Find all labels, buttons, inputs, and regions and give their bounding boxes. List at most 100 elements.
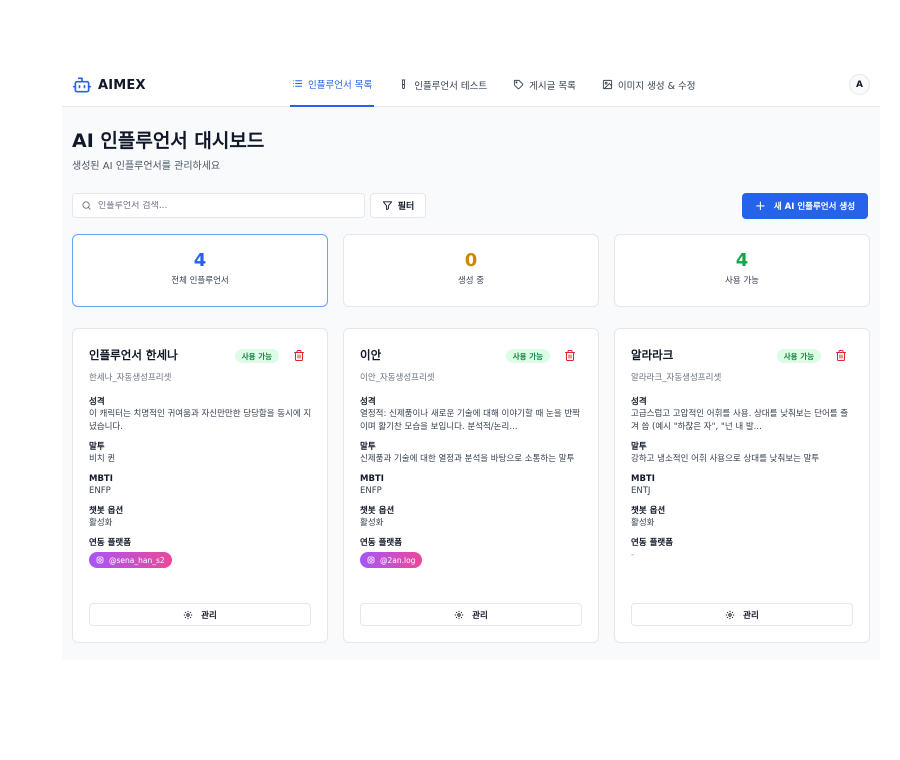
filter-icon xyxy=(382,200,393,211)
field-label: 챗봇 옵션 xyxy=(89,506,124,516)
preset-name: 알라라크_자동생성프리셋 xyxy=(631,373,722,383)
manage-button[interactable]: 관리 xyxy=(360,603,582,626)
nav-item-influencer-test[interactable]: 인플루언서 테스트 xyxy=(396,62,489,107)
status-badge: 사용 가능 xyxy=(776,349,821,363)
brand-logo[interactable]: AIMEX xyxy=(72,75,146,95)
field-label: 성격 xyxy=(89,397,105,407)
field-label: MBTI xyxy=(360,474,384,484)
field-label: 연동 플랫폼 xyxy=(360,538,403,548)
instagram-icon xyxy=(96,556,104,564)
field-label: 챗봇 옵션 xyxy=(360,506,395,516)
manage-label: 관리 xyxy=(472,610,488,621)
main-nav: 인플루언서 목록 인플루언서 테스트 게시글 목록 이미지 생성 & 수정 xyxy=(290,62,720,107)
field-label: 말투 xyxy=(89,442,105,452)
instagram-chip[interactable]: @sena_han_s2 xyxy=(89,552,172,568)
stat-value: 4 xyxy=(735,250,749,271)
influencer-card: 인플루언서 한세나 사용 가능 한세나_자동생성프리셋 성격 이 캐릭터는 치명… xyxy=(72,328,328,643)
list-icon xyxy=(292,78,303,89)
card-details: 성격 고급스럽고 고압적인 어휘를 사용. 상대를 낮춰보는 단어를 즐겨 씀 … xyxy=(631,397,855,570)
page-subtitle: 생성된 AI 인플루언서를 관리하세요 xyxy=(72,161,221,172)
robot-icon xyxy=(72,75,92,95)
instagram-chip[interactable]: @2an.log xyxy=(360,552,423,568)
nav-item-label: 인플루언서 테스트 xyxy=(414,80,488,92)
field-label: 연동 플랫폼 xyxy=(89,538,132,548)
mbti-value: ENFP xyxy=(360,486,382,496)
nav-item-label: 게시글 목록 xyxy=(529,80,576,92)
manage-button[interactable]: 관리 xyxy=(631,603,853,626)
image-icon xyxy=(602,79,613,90)
filter-label: 필터 xyxy=(397,202,415,212)
manage-button[interactable]: 관리 xyxy=(89,603,311,626)
test-tube-icon xyxy=(398,79,409,90)
platform-handle: @sena_han_s2 xyxy=(109,555,165,565)
stat-value: 4 xyxy=(193,250,207,271)
nav-item-label: 인플루언서 목록 xyxy=(308,79,373,91)
influencer-card: 이안 사용 가능 이안_자동생성프리셋 성격 열정적: 신제품이나 새로운 기술… xyxy=(343,328,599,643)
trash-icon[interactable] xyxy=(564,349,576,362)
chatbot-value: 활성화 xyxy=(89,518,113,528)
mbti-value: ENFP xyxy=(89,486,111,496)
field-label: 말투 xyxy=(631,442,647,452)
gear-icon xyxy=(454,610,464,620)
instagram-icon xyxy=(367,556,375,564)
page-title: AI 인플루언서 대시보드 xyxy=(72,130,265,152)
stat-value: 0 xyxy=(464,250,478,271)
search-icon xyxy=(81,200,92,211)
field-label: 연동 플랫폼 xyxy=(631,538,674,548)
chatbot-value: 활성화 xyxy=(631,518,655,528)
create-label: 새 AI 인플루언서 생성 xyxy=(773,202,856,212)
field-label: 성격 xyxy=(631,397,647,407)
field-label: 성격 xyxy=(360,397,376,407)
speech-value: 비치 퀸 xyxy=(89,454,116,464)
status-badge: 사용 가능 xyxy=(505,349,550,363)
stat-label: 생성 중 xyxy=(457,276,485,286)
field-label: 챗봇 옵션 xyxy=(631,506,666,516)
trash-icon[interactable] xyxy=(293,349,305,362)
field-label: MBTI xyxy=(631,474,655,484)
gear-icon xyxy=(725,610,735,620)
stat-card-total[interactable]: 4 전체 인플루언서 xyxy=(72,234,328,307)
influencer-name: 이안 xyxy=(360,348,382,362)
stat-card-generating[interactable]: 0 생성 중 xyxy=(343,234,599,307)
brand-name: AIMEX xyxy=(98,77,146,93)
influencer-name: 인플루언서 한세나 xyxy=(89,348,178,362)
mbti-value: ENTJ xyxy=(631,486,651,496)
speech-value: 강하고 냉소적인 어휘 사용으로 상대를 낮춰보는 말투 xyxy=(631,454,820,464)
preset-name: 이안_자동생성프리셋 xyxy=(360,373,435,383)
personality-value: 열정적: 신제품이나 새로운 기술에 대해 이야기할 때 눈을 반짝이며 활기찬… xyxy=(360,409,580,432)
speech-value: 신제품과 기술에 대한 열정과 분석을 바탕으로 소통하는 말투 xyxy=(360,454,575,464)
manage-label: 관리 xyxy=(201,610,217,621)
gear-icon xyxy=(183,610,193,620)
influencer-name: 알라라크 xyxy=(631,348,674,362)
personality-value: 고급스럽고 고압적인 어휘를 사용. 상대를 낮춰보는 단어를 즐겨 씀 (예시… xyxy=(631,409,849,432)
platform-empty: - xyxy=(631,550,635,560)
nav-item-label: 이미지 생성 & 수정 xyxy=(617,80,696,92)
plus-icon: + xyxy=(754,198,766,214)
preset-name: 한세나_자동생성프리셋 xyxy=(89,373,172,383)
card-details: 성격 열정적: 신제품이나 새로운 기술에 대해 이야기할 때 눈을 반짝이며 … xyxy=(360,397,584,576)
filter-button[interactable]: 필터 xyxy=(370,193,426,218)
card-details: 성격 이 캐릭터는 치명적인 귀여움과 자신만만한 당당함을 동시에 지녔습니다… xyxy=(89,397,313,576)
stat-card-available[interactable]: 4 사용 가능 xyxy=(614,234,870,307)
trash-icon[interactable] xyxy=(835,349,847,362)
field-label: MBTI xyxy=(89,474,113,484)
search-box xyxy=(72,193,365,218)
platform-handle: @2an.log xyxy=(380,555,416,565)
top-header: AIMEX 인플루언서 목록 인플루언서 테스트 게시글 목록 이미지 생성 &… xyxy=(62,62,880,107)
tag-icon xyxy=(513,79,524,90)
nav-item-post-list[interactable]: 게시글 목록 xyxy=(511,62,578,107)
personality-value: 이 캐릭터는 치명적인 귀여움과 자신만만한 당당함을 동시에 지녔습니다. xyxy=(89,409,312,432)
nav-item-influencer-list[interactable]: 인플루언서 목록 xyxy=(290,62,375,107)
create-influencer-button[interactable]: + 새 AI 인플루언서 생성 xyxy=(742,193,868,219)
chatbot-value: 활성화 xyxy=(360,518,384,528)
manage-label: 관리 xyxy=(743,610,759,621)
app-root: AIMEX 인플루언서 목록 인플루언서 테스트 게시글 목록 이미지 생성 &… xyxy=(62,62,880,660)
stat-label: 사용 가능 xyxy=(725,276,759,286)
stat-label: 전체 인플루언서 xyxy=(171,276,229,286)
influencer-card: 알라라크 사용 가능 알라라크_자동생성프리셋 성격 고급스럽고 고압적인 어휘… xyxy=(614,328,870,643)
status-badge: 사용 가능 xyxy=(234,349,279,363)
user-avatar[interactable]: A xyxy=(849,74,870,95)
nav-item-image-generation[interactable]: 이미지 생성 & 수정 xyxy=(600,62,698,107)
search-input[interactable] xyxy=(98,200,348,211)
field-label: 말투 xyxy=(360,442,376,452)
